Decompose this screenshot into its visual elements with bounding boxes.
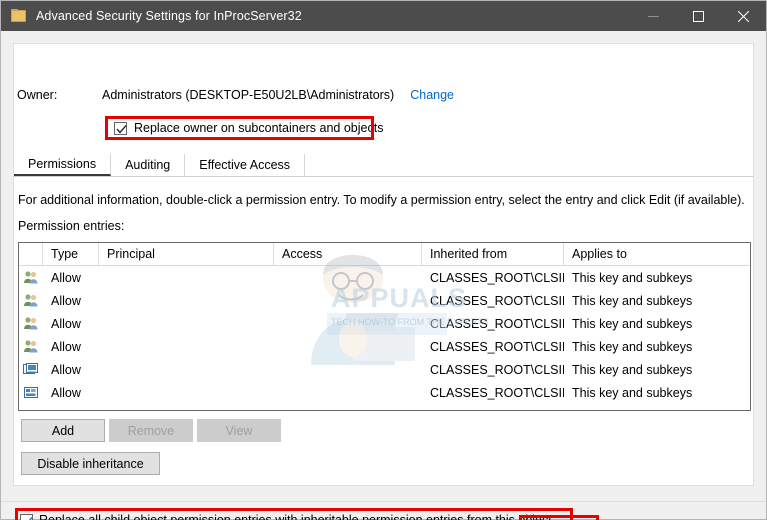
cell-type: Allow	[51, 293, 81, 308]
column-header-icon[interactable]	[19, 243, 43, 265]
tab-strip: Permissions Auditing Effective Access	[14, 154, 753, 177]
users-group-icon	[19, 316, 43, 331]
permission-entries-label: Permission entries:	[18, 219, 125, 233]
cell-inherited-from: CLASSES_ROOT\CLSID...	[430, 316, 564, 331]
cell-inherited-from: CLASSES_ROOT\CLSID...	[430, 339, 564, 354]
view-button-label: View	[225, 423, 253, 438]
title-bar[interactable]: Advanced Security Settings for InProcSer…	[1, 1, 766, 31]
cell-type: Allow	[51, 270, 81, 285]
replace-owner-label: Replace owner on subcontainers and objec…	[134, 121, 384, 135]
view-button: View	[197, 419, 281, 442]
table-row[interactable]: Allow CLASSES_ROOT\CLSID... This key and…	[19, 335, 750, 358]
cell-applies-to: This key and subkeys	[572, 339, 693, 354]
add-button[interactable]: Add	[21, 419, 105, 442]
add-button-label: Add	[51, 423, 75, 438]
cell-type: Allow	[51, 316, 81, 331]
users-group-icon	[19, 293, 43, 308]
column-header-access[interactable]: Access	[274, 243, 422, 265]
cell-inherited-from: CLASSES_ROOT\CLSID...	[430, 362, 564, 377]
cell-type: Allow	[51, 339, 81, 354]
advanced-security-settings-window: Advanced Security Settings for InProcSer…	[0, 0, 767, 520]
table-row[interactable]: Allow CLASSES_ROOT\CLSID... This key and…	[19, 266, 750, 289]
cell-applies-to: This key and subkeys	[572, 293, 693, 308]
window-title: Advanced Security Settings for InProcSer…	[36, 9, 302, 23]
checkbox-box[interactable]	[20, 513, 33, 520]
replace-all-label: Replace all child object permission entr…	[39, 513, 552, 520]
tab-permissions-label: Permissions	[28, 157, 97, 171]
window-controls	[631, 1, 766, 31]
close-icon[interactable]	[721, 1, 766, 31]
cell-applies-to: This key and subkeys	[572, 270, 693, 285]
cell-inherited-from: CLASSES_ROOT\CLSID...	[430, 293, 564, 308]
replace-owner-checkbox[interactable]: Replace owner on subcontainers and objec…	[114, 121, 383, 135]
tab-effective-access[interactable]: Effective Access	[185, 154, 306, 176]
dialog-body: Owner: Administrators (DESKTOP-E50U2LB\A…	[1, 31, 766, 520]
footer-separator	[1, 501, 766, 502]
cell-type: Allow	[51, 385, 81, 400]
cell-inherited-from: CLASSES_ROOT\CLSID...	[430, 385, 564, 400]
cell-applies-to: This key and subkeys	[572, 362, 693, 377]
owner-value: Administrators (DESKTOP-E50U2LB\Administ…	[102, 88, 395, 102]
column-header-applies-to[interactable]: Applies to	[564, 243, 750, 265]
maximize-icon[interactable]	[676, 1, 721, 31]
cell-applies-to: This key and subkeys	[572, 316, 693, 331]
cell-inherited-from: CLASSES_ROOT\CLSID...	[430, 270, 564, 285]
owner-row: Owner: Administrators (DESKTOP-E50U2LB\A…	[17, 88, 454, 102]
tab-auditing[interactable]: Auditing	[111, 154, 186, 176]
cell-type: Allow	[51, 362, 81, 377]
disable-inheritance-label: Disable inheritance	[37, 456, 144, 471]
cell-applies-to: This key and subkeys	[572, 385, 693, 400]
column-header-type[interactable]: Type	[43, 243, 99, 265]
computer-icon	[19, 362, 43, 377]
column-header-inherited-from[interactable]: Inherited from	[422, 243, 564, 265]
users-group-icon	[19, 270, 43, 285]
minimize-icon[interactable]	[631, 1, 676, 31]
tab-effective-access-label: Effective Access	[199, 158, 291, 172]
computer-group-icon	[19, 385, 43, 400]
info-text: For additional information, double-click…	[18, 193, 745, 207]
disable-inheritance-button[interactable]: Disable inheritance	[21, 452, 160, 475]
remove-button: Remove	[109, 419, 193, 442]
table-row[interactable]: Allow CLASSES_ROOT\CLSID... This key and…	[19, 381, 750, 404]
table-row[interactable]: Allow CLASSES_ROOT\CLSID... This key and…	[19, 312, 750, 335]
tab-permissions[interactable]: Permissions	[14, 154, 112, 176]
change-owner-link[interactable]: Change	[410, 88, 454, 102]
table-row[interactable]: Allow CLASSES_ROOT\CLSID... This key and…	[19, 358, 750, 381]
replace-all-child-permissions-checkbox[interactable]: Replace all child object permission entr…	[20, 513, 552, 520]
column-header-principal[interactable]: Principal	[99, 243, 274, 265]
permission-entries-list[interactable]: Type Principal Access Inherited from App…	[18, 242, 751, 411]
tab-auditing-label: Auditing	[125, 158, 171, 172]
list-header-row: Type Principal Access Inherited from App…	[19, 243, 750, 266]
folder-icon	[11, 9, 27, 23]
owner-label: Owner:	[17, 88, 58, 102]
table-row[interactable]: Allow CLASSES_ROOT\CLSID... This key and…	[19, 289, 750, 312]
checkbox-box[interactable]	[114, 121, 127, 135]
users-group-icon	[19, 339, 43, 354]
remove-button-label: Remove	[127, 423, 175, 438]
